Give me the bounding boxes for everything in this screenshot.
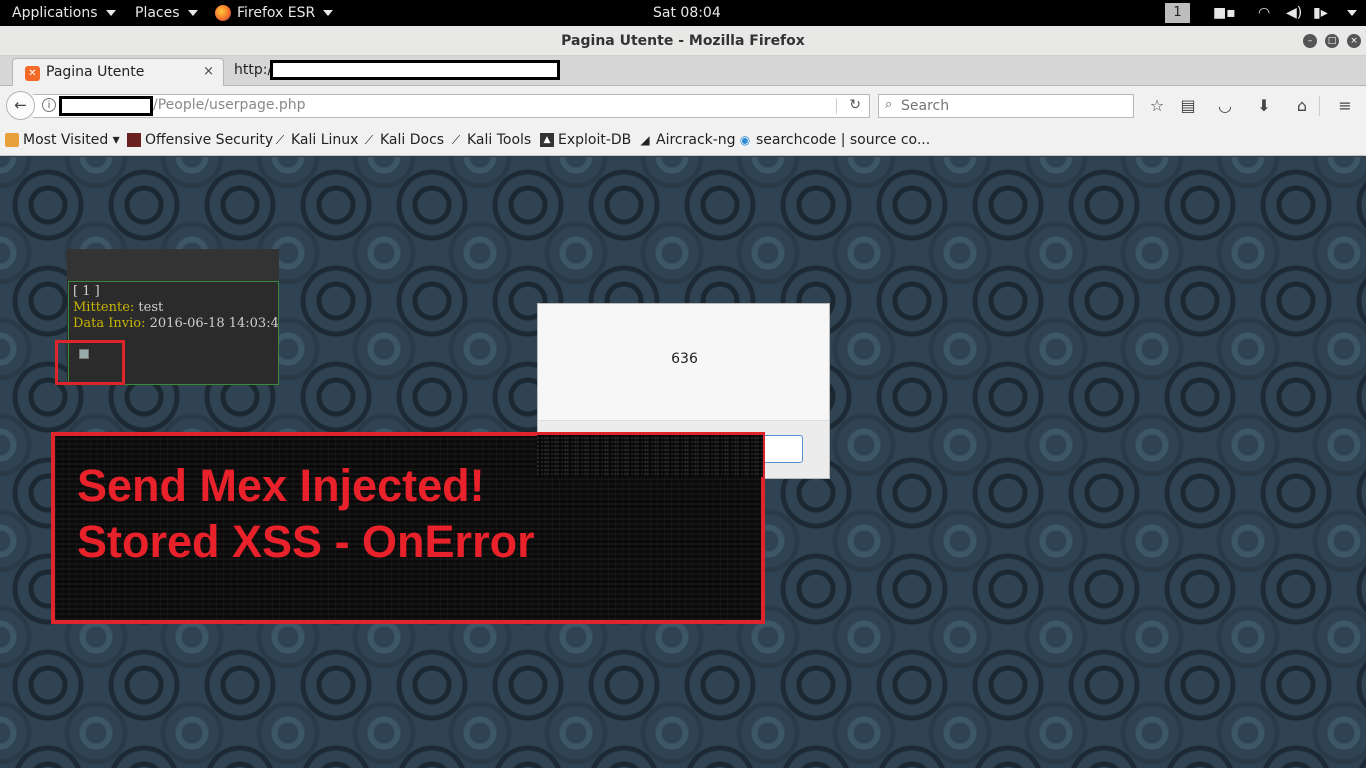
arrow-left-icon: ← (14, 96, 27, 114)
bookmark-label: searchcode | source co... (756, 132, 931, 148)
reading-list-icon[interactable]: ▤ (1177, 95, 1199, 117)
redacted-host-box (59, 96, 153, 116)
workspace-indicator[interactable]: 1 (1165, 3, 1190, 23)
applications-label: Applications (12, 5, 98, 21)
search-bar[interactable]: ⌕ (878, 94, 1134, 118)
date-value: 2016-06-18 14:03:43 (149, 316, 279, 331)
clock[interactable]: Sat 08:04 (653, 0, 721, 26)
tab-url-prefix[interactable]: http:/ (234, 62, 272, 78)
toolbar-divider (1319, 96, 1320, 116)
offsec-icon (127, 133, 141, 147)
chevron-down-icon (323, 10, 334, 16)
tab-label: Pagina Utente (46, 64, 145, 80)
bookmark-label: Kali Linux (291, 132, 359, 148)
bookmark-kali-linux[interactable]: ⟋ Kali Linux (273, 132, 359, 148)
minimize-icon[interactable]: – (1303, 34, 1317, 48)
alert-message: 636 (671, 351, 698, 367)
search-icon: ⌕ (885, 97, 893, 112)
kali-dragon-icon: ⟋ (275, 133, 285, 147)
hamburger-menu-icon[interactable]: ≡ (1334, 95, 1356, 117)
bookmark-kali-tools[interactable]: ⟋ Kali Tools (449, 132, 531, 148)
download-icon[interactable]: ⬇ (1253, 95, 1275, 117)
chevron-down-icon (105, 10, 116, 16)
back-button[interactable]: ← (6, 91, 35, 120)
clock-label: Sat 08:04 (653, 5, 721, 21)
chevron-down-icon (187, 10, 198, 16)
date-label: Data Invio: (73, 316, 146, 331)
url-bar-divider (836, 98, 837, 114)
bookmark-searchcode[interactable]: ◉ searchcode | source co... (738, 132, 930, 148)
folder-icon (5, 133, 19, 147)
message-index: [ 1 ] (73, 284, 100, 299)
wifi-icon[interactable]: ◠ (1258, 0, 1270, 26)
message-date-row: Data Invio: 2016-06-18 14:03:43 (73, 316, 278, 332)
kali-dragon-icon: ⟋ (451, 133, 461, 147)
firefox-app-menu[interactable]: Firefox ESR (215, 0, 334, 26)
message-panel-header (67, 249, 279, 281)
firefox-icon (215, 5, 231, 21)
url-bar[interactable]: i /People/userpage.php ↻ (33, 94, 870, 118)
tab-strip: ✕ Pagina Utente × http:/ (0, 56, 1366, 87)
window-title: Pagina Utente - Mozilla Firefox (561, 33, 805, 49)
exploit-db-icon: ▲ (540, 133, 554, 147)
browser-app-label: Firefox ESR (237, 5, 316, 21)
maximize-icon[interactable]: □ (1325, 34, 1339, 48)
places-menu[interactable]: Places (135, 0, 198, 26)
redacted-noise-overlay (537, 435, 763, 477)
sender-value: test (138, 300, 164, 315)
tab-pagina-utente[interactable]: ✕ Pagina Utente × (12, 58, 224, 87)
xampp-favicon-icon: ✕ (25, 66, 40, 81)
volume-icon[interactable]: ◀) (1286, 0, 1302, 26)
tab-close-icon[interactable]: × (203, 64, 214, 79)
bookmark-label: Kali Docs (380, 132, 445, 148)
bookmark-star-icon[interactable]: ☆ (1146, 95, 1168, 117)
places-label: Places (135, 5, 180, 21)
bookmark-kali-docs[interactable]: ⟋ Kali Docs (362, 132, 444, 148)
window-title-bar: Pagina Utente - Mozilla Firefox – □ × (0, 26, 1366, 56)
bookmark-label: Offensive Security (145, 132, 274, 148)
message-sender-row: Mittente: test (73, 300, 274, 316)
bookmark-label: Aircrack-ng (656, 132, 736, 148)
bookmark-label: Exploit-DB (558, 132, 632, 148)
chevron-down-icon (1347, 10, 1357, 16)
close-icon[interactable]: × (1347, 34, 1361, 48)
kali-dragon-icon: ⟋ (364, 133, 374, 147)
bookmark-most-visited[interactable]: Most Visited ▾ (5, 132, 120, 148)
searchcode-icon: ◉ (739, 133, 751, 147)
url-path[interactable]: /People/userpage.php (153, 97, 306, 113)
caption-line-2: Stored XSS - OnError (77, 516, 535, 567)
search-input[interactable] (901, 97, 1129, 115)
battery-icon[interactable]: ▮▸ (1313, 0, 1328, 26)
home-icon[interactable]: ⌂ (1291, 95, 1313, 117)
pocket-icon[interactable]: ◡ (1214, 95, 1236, 117)
applications-menu[interactable]: Applications (12, 0, 116, 26)
caption-line-1: Send Mex Injected! (77, 460, 485, 511)
redacted-url-box (270, 60, 560, 80)
reload-icon[interactable]: ↻ (849, 97, 861, 113)
sender-label: Mittente: (73, 300, 135, 315)
bookmark-label: Kali Tools (467, 132, 532, 148)
page-content: [ 1 ] Mittente: test Data Invio: 2016-06… (0, 157, 1366, 768)
bookmark-label: Most Visited ▾ (23, 132, 120, 148)
system-menu[interactable] (1339, 0, 1357, 26)
camera-icon[interactable]: ■▪ (1213, 0, 1236, 26)
bookmark-offensive-security[interactable]: Offensive Security (127, 132, 273, 148)
bookmarks-toolbar: Most Visited ▾ Offensive Security ⟋ Kali… (0, 126, 1366, 156)
info-icon[interactable]: i (42, 98, 56, 112)
bookmark-aircrack-ng[interactable]: ◢ Aircrack-ng (638, 132, 736, 148)
navigation-toolbar: i /People/userpage.php ↻ ← ⌕ ☆ ▤ ◡ ⬇ ⌂ ≡ (0, 86, 1366, 126)
annotation-highlight-box (55, 340, 125, 385)
aircrack-icon: ◢ (640, 133, 650, 147)
system-top-bar: Applications Places Firefox ESR Sat 08:0… (0, 0, 1366, 26)
bookmark-exploit-db[interactable]: ▲ Exploit-DB (540, 132, 631, 148)
